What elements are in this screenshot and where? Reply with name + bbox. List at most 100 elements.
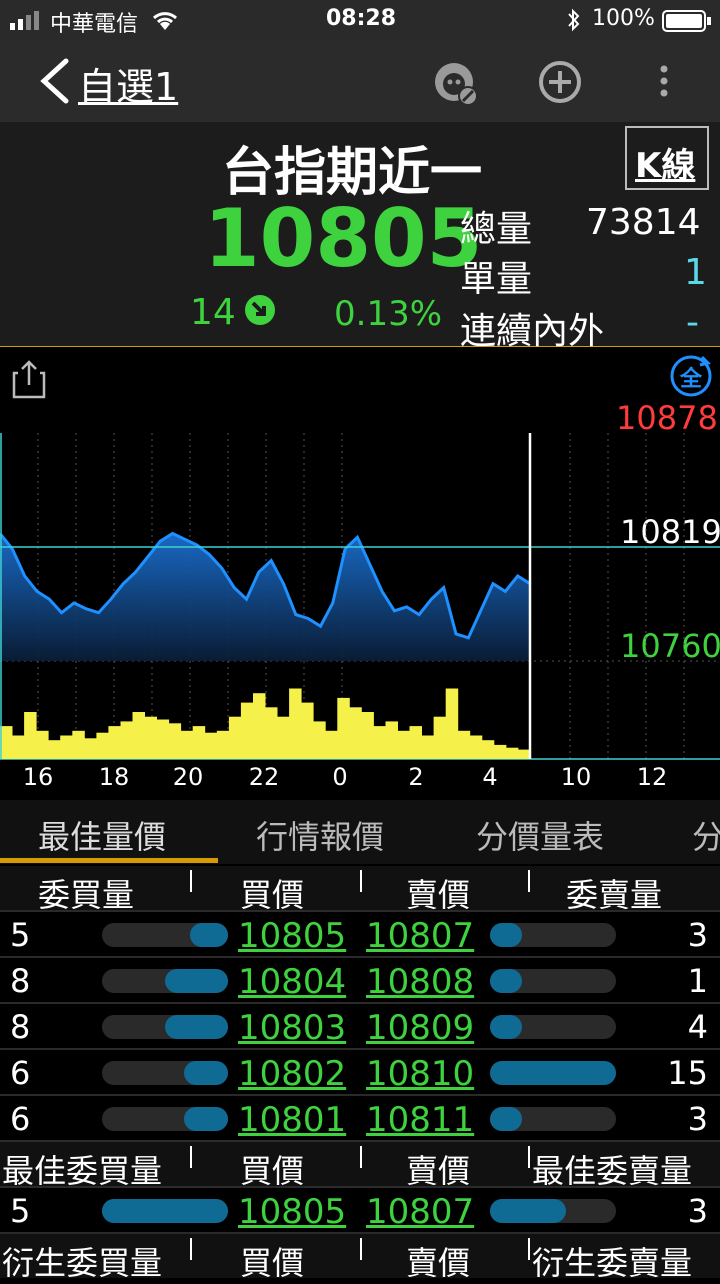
price-volume-plot bbox=[0, 433, 720, 760]
bid-price[interactable]: 10801 bbox=[238, 1100, 346, 1140]
order-book-row[interactable]: 5 10805 10807 3 bbox=[0, 910, 720, 956]
ask-price[interactable]: 10807 bbox=[366, 916, 474, 956]
volume-bar bbox=[48, 740, 61, 759]
add-circle-icon[interactable] bbox=[536, 58, 584, 110]
bid-price[interactable]: 10805 bbox=[238, 916, 346, 956]
tab-quotes[interactable]: 行情報價 bbox=[256, 812, 384, 858]
ask-price[interactable]: 10809 bbox=[366, 1008, 474, 1048]
volume-bar bbox=[361, 712, 374, 759]
ask-price[interactable]: 10808 bbox=[366, 962, 474, 1002]
volume-bar bbox=[385, 721, 398, 759]
down-arrow-icon bbox=[242, 292, 278, 332]
signal-icon bbox=[10, 10, 44, 34]
volume-bar bbox=[96, 732, 109, 759]
battery-icon bbox=[662, 10, 712, 36]
order-book-row[interactable]: 6 10801 10811 3 bbox=[0, 1094, 720, 1140]
volume-bar bbox=[493, 744, 507, 759]
quote-header: 台指期近一 K線 10805 14 0.13% 總量 73814 單量 1 連續… bbox=[0, 122, 720, 352]
ask-depth-bar bbox=[490, 923, 616, 947]
volume-bar bbox=[505, 747, 519, 759]
tab-best-price[interactable]: 最佳量價 bbox=[38, 812, 166, 858]
chart-high-label: 10878 bbox=[616, 399, 718, 437]
more-vertical-icon[interactable] bbox=[656, 64, 672, 104]
best-order-row[interactable]: 5 10805 10807 3 bbox=[0, 1186, 720, 1232]
order-book: 委買量 買價 賣價 委賣量 5 10805 10807 3 8 10804 10808 1 8 1… bbox=[0, 866, 720, 1282]
volume-bar bbox=[409, 726, 422, 759]
ask-price[interactable]: 10810 bbox=[366, 1054, 474, 1094]
header-divider bbox=[190, 1238, 192, 1260]
price-area bbox=[0, 533, 530, 661]
total-volume-label: 總量 bbox=[460, 209, 533, 250]
ask-price[interactable]: 10811 bbox=[366, 1100, 474, 1140]
volume-bar bbox=[337, 697, 350, 759]
best-bid-qty: 5 bbox=[10, 1192, 31, 1230]
volume-bar bbox=[72, 730, 85, 759]
header-bid: 買價 bbox=[240, 1244, 305, 1282]
bid-qty: 8 bbox=[10, 962, 31, 1000]
header-divider bbox=[190, 870, 192, 892]
ask-qty: 3 bbox=[687, 1100, 708, 1138]
volume-bar bbox=[204, 732, 218, 759]
volume-bar bbox=[445, 688, 459, 759]
order-book-row[interactable]: 6 10802 10810 15 bbox=[0, 1048, 720, 1094]
bid-depth-bar bbox=[102, 1015, 228, 1039]
tab-bar: 最佳量價 行情報價 分價量表 分 bbox=[0, 800, 720, 864]
bid-qty: 6 bbox=[10, 1100, 31, 1138]
bid-price[interactable]: 10802 bbox=[238, 1054, 346, 1094]
price-change: 14 bbox=[190, 292, 236, 333]
ask-depth-bar bbox=[490, 1061, 616, 1085]
volume-bar bbox=[433, 716, 447, 759]
intraday-chart[interactable]: 全 10878 10819 10760 16 18 20 22 0 2 4 10 12 bbox=[0, 347, 720, 797]
x-tick-label: 22 bbox=[248, 763, 280, 791]
volume-bar bbox=[0, 726, 13, 759]
header-ask: 賣價 bbox=[406, 1244, 471, 1282]
volume-bar bbox=[421, 735, 435, 759]
header-divider bbox=[360, 1146, 362, 1168]
full-range-label: 全 bbox=[680, 367, 703, 392]
x-tick-label: 20 bbox=[172, 763, 204, 791]
best-ask-price[interactable]: 10807 bbox=[366, 1192, 474, 1232]
x-tick-label: 2 bbox=[408, 763, 424, 791]
volume-bar bbox=[325, 730, 338, 759]
bluetooth-icon bbox=[566, 8, 582, 36]
ask-qty: 15 bbox=[667, 1054, 708, 1092]
back-button[interactable]: 自選1 bbox=[38, 54, 188, 109]
bid-qty: 6 bbox=[10, 1054, 31, 1092]
bid-price[interactable]: 10803 bbox=[238, 1008, 346, 1048]
header-divider bbox=[528, 1238, 530, 1260]
tab-price-volume[interactable]: 分價量表 bbox=[476, 812, 604, 858]
status-bar: 中華電信 08:28 100% bbox=[0, 0, 720, 40]
volume-bar bbox=[132, 712, 145, 759]
volume-bar bbox=[313, 721, 326, 759]
share-icon[interactable] bbox=[12, 359, 46, 403]
volume-bar bbox=[240, 702, 254, 759]
x-tick-label: 10 bbox=[560, 763, 592, 791]
tab-more[interactable]: 分 bbox=[692, 812, 720, 858]
k-line-button[interactable]: K線 bbox=[625, 126, 709, 190]
bid-depth-bar bbox=[102, 1061, 228, 1085]
volume-bar bbox=[180, 730, 194, 759]
order-book-row[interactable]: 8 10804 10808 1 bbox=[0, 956, 720, 1002]
bid-depth-bar bbox=[102, 923, 228, 947]
full-range-toggle-icon[interactable]: 全 bbox=[668, 353, 714, 399]
watchlist-face-icon[interactable] bbox=[430, 58, 480, 112]
order-book-row[interactable]: 8 10803 10809 4 bbox=[0, 1002, 720, 1048]
ask-depth-bar bbox=[490, 969, 616, 993]
volume-bar bbox=[301, 702, 314, 759]
volume-bar bbox=[289, 688, 302, 759]
volume-bar bbox=[168, 723, 182, 759]
k-line-label: K線 bbox=[635, 146, 696, 186]
total-volume: 73814 bbox=[586, 202, 701, 243]
bid-qty: 5 bbox=[10, 916, 31, 954]
volume-bar bbox=[253, 693, 266, 759]
volume-bar bbox=[192, 726, 206, 759]
header-divider bbox=[528, 1146, 530, 1168]
ask-qty: 4 bbox=[687, 1008, 708, 1046]
wifi-icon bbox=[150, 8, 180, 36]
volume-bar bbox=[481, 740, 495, 759]
header-divider bbox=[360, 870, 362, 892]
bid-price[interactable]: 10804 bbox=[238, 962, 346, 1002]
chevron-left-icon bbox=[38, 58, 70, 108]
best-bid-price[interactable]: 10805 bbox=[238, 1192, 346, 1232]
volume-bar bbox=[156, 719, 170, 759]
